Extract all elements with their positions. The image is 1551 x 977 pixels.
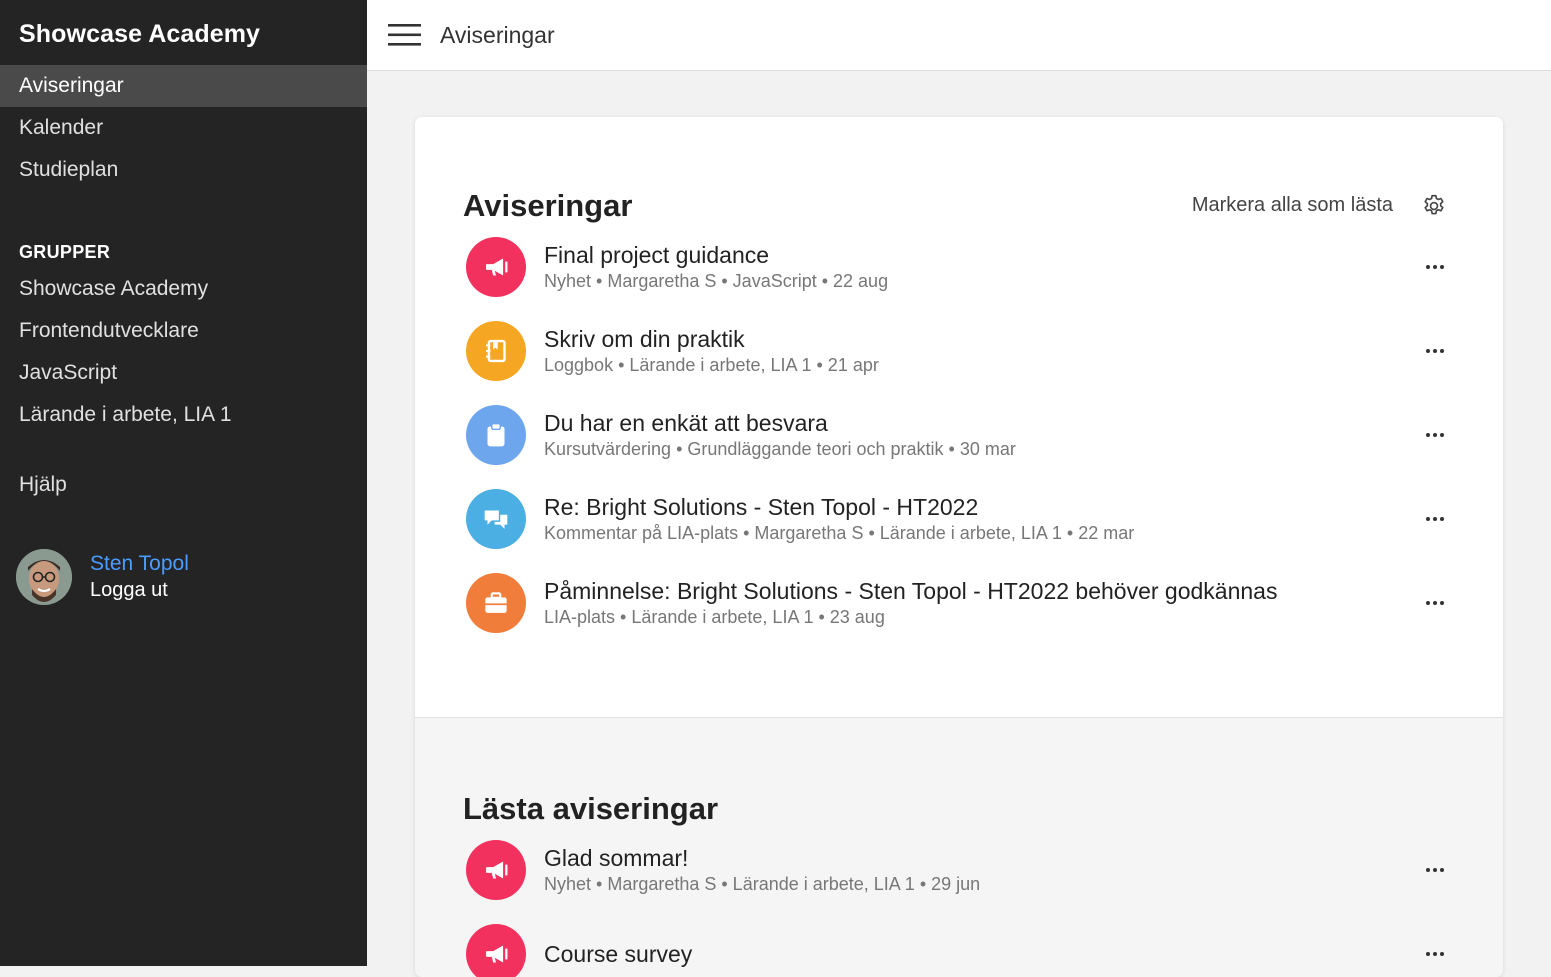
unread-heading: Aviseringar xyxy=(463,187,633,223)
unread-section: Aviseringar Markera alla som lästa Final… xyxy=(415,117,1503,718)
notification-item[interactable]: Skriv om din praktik Loggbok • Lärande i … xyxy=(463,309,1447,393)
notification-item[interactable]: Påminnelse: Bright Solutions - Sten Topo… xyxy=(463,561,1447,645)
user-name[interactable]: Sten Topol xyxy=(90,550,189,577)
more-options-icon[interactable] xyxy=(1423,942,1447,966)
more-options-icon[interactable] xyxy=(1423,858,1447,882)
notification-meta: Nyhet • Margaretha S • Lärande i arbete,… xyxy=(544,874,981,894)
notification-item[interactable]: Du har en enkät att besvara Kursutvärderi… xyxy=(463,393,1447,477)
sidebar-item-frontendutvecklare[interactable]: Frontendutvecklare xyxy=(0,310,367,352)
unread-list: Final project guidance Nyhet • Margaretha… xyxy=(463,225,1447,645)
avatar[interactable] xyxy=(16,549,72,605)
user-block: Sten Topol Logga ut xyxy=(16,549,189,605)
brand-title[interactable]: Showcase Academy xyxy=(0,0,367,65)
megaphone-icon xyxy=(466,237,526,297)
more-options-icon[interactable] xyxy=(1423,255,1447,279)
notification-meta: Kursutvärdering • Grundläggande teori oc… xyxy=(544,439,1016,459)
notification-title[interactable]: Final project guidance xyxy=(544,241,1447,269)
more-options-icon[interactable] xyxy=(1423,339,1447,363)
read-heading: Lästa aviseringar xyxy=(463,791,719,826)
more-options-icon[interactable] xyxy=(1423,591,1447,615)
clipboard-icon xyxy=(466,405,526,465)
notification-item[interactable]: Final project guidance Nyhet • Margaretha… xyxy=(463,225,1447,309)
read-section: Lästa aviseringar Glad sommar! Nyhet • Ma… xyxy=(415,718,1503,977)
gear-icon[interactable] xyxy=(1421,193,1447,219)
groups-heading: GRUPPER xyxy=(19,242,111,262)
top-bar: Aviseringar xyxy=(367,0,1551,71)
sidebar: Showcase Academy Aviseringar Kalender Stud… xyxy=(0,0,367,966)
sidebar-item-studieplan[interactable]: Studieplan xyxy=(0,149,367,191)
notification-item[interactable]: Re: Bright Solutions - Sten Topol - HT20… xyxy=(463,477,1447,561)
chat-bubbles-icon xyxy=(466,489,526,549)
logout-link[interactable]: Logga ut xyxy=(90,577,189,604)
groups-nav: Showcase Academy Frontendutvecklare JavaSc… xyxy=(0,268,367,436)
notification-meta: LIA-plats • Lärande i arbete, LIA 1 • 23… xyxy=(544,607,885,627)
notification-title[interactable]: Glad sommar! xyxy=(544,844,1447,872)
notification-meta: Nyhet • Margaretha S • JavaScript • 22 a… xyxy=(544,271,889,291)
sidebar-item-javascript[interactable]: JavaScript xyxy=(0,352,367,394)
page-title: Aviseringar xyxy=(440,21,555,48)
notifications-card: Aviseringar Markera alla som lästa Final… xyxy=(415,117,1503,977)
notification-title[interactable]: Re: Bright Solutions - Sten Topol - HT20… xyxy=(544,493,1447,521)
notification-meta: Loggbok • Lärande i arbete, LIA 1 • 21 a… xyxy=(544,355,879,375)
sidebar-item-help[interactable]: Hjälp xyxy=(0,464,367,506)
read-list: Glad sommar! Nyhet • Margaretha S • Läran… xyxy=(463,828,1447,977)
logbook-icon xyxy=(466,321,526,381)
more-options-icon[interactable] xyxy=(1423,423,1447,447)
notification-title[interactable]: Course survey xyxy=(544,940,1447,968)
main-nav: Aviseringar Kalender Studieplan xyxy=(0,65,367,191)
notification-title[interactable]: Påminnelse: Bright Solutions - Sten Topo… xyxy=(544,577,1447,605)
sidebar-item-showcase-academy[interactable]: Showcase Academy xyxy=(0,268,367,310)
notification-title[interactable]: Skriv om din praktik xyxy=(544,325,1447,353)
more-options-icon[interactable] xyxy=(1423,507,1447,531)
notification-meta: Kommentar på LIA-plats • Margaretha S • … xyxy=(544,523,1135,543)
notification-item[interactable]: Course survey xyxy=(463,912,1447,977)
mark-all-read-button[interactable]: Markera alla som lästa xyxy=(1192,194,1393,217)
megaphone-icon xyxy=(466,924,526,977)
megaphone-icon xyxy=(466,840,526,900)
sidebar-item-lärande-i-arbete-lia-1[interactable]: Lärande i arbete, LIA 1 xyxy=(0,394,367,436)
sidebar-item-aviseringar[interactable]: Aviseringar xyxy=(0,65,367,107)
sidebar-item-kalender[interactable]: Kalender xyxy=(0,107,367,149)
briefcase-icon xyxy=(466,573,526,633)
notification-item[interactable]: Glad sommar! Nyhet • Margaretha S • Läran… xyxy=(463,828,1447,912)
hamburger-icon[interactable] xyxy=(388,23,422,47)
notification-title[interactable]: Du har en enkät att besvara xyxy=(544,409,1447,437)
